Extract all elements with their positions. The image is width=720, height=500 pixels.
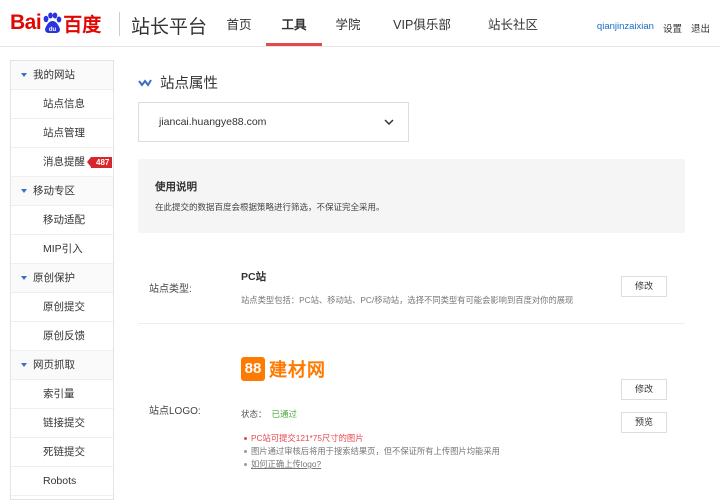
caret-down-icon xyxy=(21,276,27,280)
sidebar-item-label: 消息提醒 xyxy=(43,156,85,168)
usage-notice: 使用说明 在此提交的数据百度会根据策略进行筛选，不保证完全采用。 xyxy=(138,159,685,233)
sidebar-item-index[interactable]: 索引量 xyxy=(11,380,113,409)
user-bar: qianjinzaixian 设置 退出 xyxy=(597,21,710,35)
logout-link[interactable]: 退出 xyxy=(691,21,710,35)
sidebar-item-messages[interactable]: 消息提醒 487 xyxy=(11,148,113,177)
caret-down-icon xyxy=(21,363,27,367)
message-count-badge: 487 xyxy=(86,157,113,168)
logo-mark: 88 xyxy=(241,357,265,381)
sidebar-item-mobile-adapt[interactable]: 移动适配 xyxy=(11,206,113,235)
nav-academy[interactable]: 学院 xyxy=(322,0,374,46)
sidebar-group-label: 我的网站 xyxy=(33,68,75,81)
notice-title: 使用说明 xyxy=(155,181,197,193)
sidebar-item-robots[interactable]: Robots xyxy=(11,467,113,496)
nav-community[interactable]: 站长社区 xyxy=(470,0,556,46)
main-nav: 首页 工具 学院 VIP俱乐部 站长社区 xyxy=(212,0,556,46)
platform-title[interactable]: 站长平台 xyxy=(131,12,207,39)
status-badge: 已通过 xyxy=(271,409,298,419)
logo-divider xyxy=(119,12,120,36)
baidu-logo[interactable]: Bai du 百度 xyxy=(10,8,101,38)
caret-down-icon xyxy=(21,73,27,77)
sidebar-item-site-manage[interactable]: 站点管理 xyxy=(11,119,113,148)
sidebar-group-mobile[interactable]: 移动专区 xyxy=(11,177,113,206)
edit-logo-button[interactable]: 修改 xyxy=(621,379,667,400)
sidebar-item-site-info[interactable]: 站点信息 xyxy=(11,90,113,119)
paw-icon: du xyxy=(43,12,62,33)
chevron-down-icon xyxy=(384,119,394,126)
logo-status: 状态： 已通过 xyxy=(241,408,297,420)
logo-review-note: 图片通过审核后将用于搜索结果页，但不保证所有上传图片均能采用 xyxy=(244,445,500,458)
nav-tools[interactable]: 工具 xyxy=(266,0,322,46)
sidebar-group-label: 移动专区 xyxy=(33,184,75,197)
sidebar-group-original[interactable]: 原创保护 xyxy=(11,264,113,293)
wave-icon xyxy=(138,78,152,87)
username-link[interactable]: qianjinzaixian xyxy=(597,21,654,35)
sidebar-group-crawl[interactable]: 网页抓取 xyxy=(11,351,113,380)
preview-logo-button[interactable]: 预览 xyxy=(621,412,667,433)
logo-text: Bai xyxy=(10,11,42,34)
site-logo-label: 站点LOGO: xyxy=(149,406,201,417)
logo-brand: 建材网 xyxy=(269,360,326,380)
edit-site-type-button[interactable]: 修改 xyxy=(621,276,667,297)
status-label: 状态： xyxy=(241,409,267,419)
sidebar-group-label: 网页抓取 xyxy=(33,358,75,371)
nav-vip-club[interactable]: VIP俱乐部 xyxy=(374,0,470,46)
site-select[interactable]: jiancai.huangye88.com xyxy=(138,102,409,142)
sidebar: 我的网站 站点信息 站点管理 消息提醒 487 移动专区 移动适配 MIP引入 … xyxy=(10,60,114,500)
logo-cn: 百度 xyxy=(63,14,102,36)
sidebar-group-my-sites[interactable]: 我的网站 xyxy=(11,61,113,90)
section-title: 站点属性 xyxy=(138,72,218,93)
sidebar-item-deadlink-submit[interactable]: 死链提交 xyxy=(11,438,113,467)
sidebar-item-original-feedback[interactable]: 原创反馈 xyxy=(11,322,113,351)
site-select-value: jiancai.huangye88.com xyxy=(159,116,267,128)
sidebar-item-link-submit[interactable]: 链接提交 xyxy=(11,409,113,438)
site-type-row: 站点类型: PC站 站点类型包括：PC站、移动站、PC/移动站，选择不同类型有可… xyxy=(138,256,685,324)
logo-du-text: du xyxy=(49,27,57,33)
nav-home[interactable]: 首页 xyxy=(212,0,266,46)
logo-notes: PC站可提交121*75尺寸的图片 图片通过审核后将用于搜索结果页，但不保证所有… xyxy=(244,432,500,471)
sidebar-item-original-submit[interactable]: 原创提交 xyxy=(11,293,113,322)
logo-help-link[interactable]: 如何正确上传logo? xyxy=(244,458,500,471)
caret-down-icon xyxy=(21,189,27,193)
sidebar-item-mip[interactable]: MIP引入 xyxy=(11,235,113,264)
settings-link[interactable]: 设置 xyxy=(663,21,682,35)
site-type-label: 站点类型: xyxy=(149,284,192,295)
logo-size-note: PC站可提交121*75尺寸的图片 xyxy=(244,432,500,445)
top-header: Bai du 百度 站长平台 首页 工具 学院 VIP俱乐部 站长社区 qian… xyxy=(0,0,720,47)
page-title: 站点属性 xyxy=(160,76,218,92)
sidebar-group-label: 原创保护 xyxy=(33,271,75,284)
site-type-desc: 站点类型包括：PC站、移动站、PC/移动站，选择不同类型有可能会影响到百度对你的… xyxy=(241,295,574,305)
site-logo-image: 88 建材网 xyxy=(241,356,326,382)
notice-text: 在此提交的数据百度会根据策略进行筛选，不保证完全采用。 xyxy=(155,202,385,212)
site-type-value: PC站 xyxy=(241,271,267,283)
